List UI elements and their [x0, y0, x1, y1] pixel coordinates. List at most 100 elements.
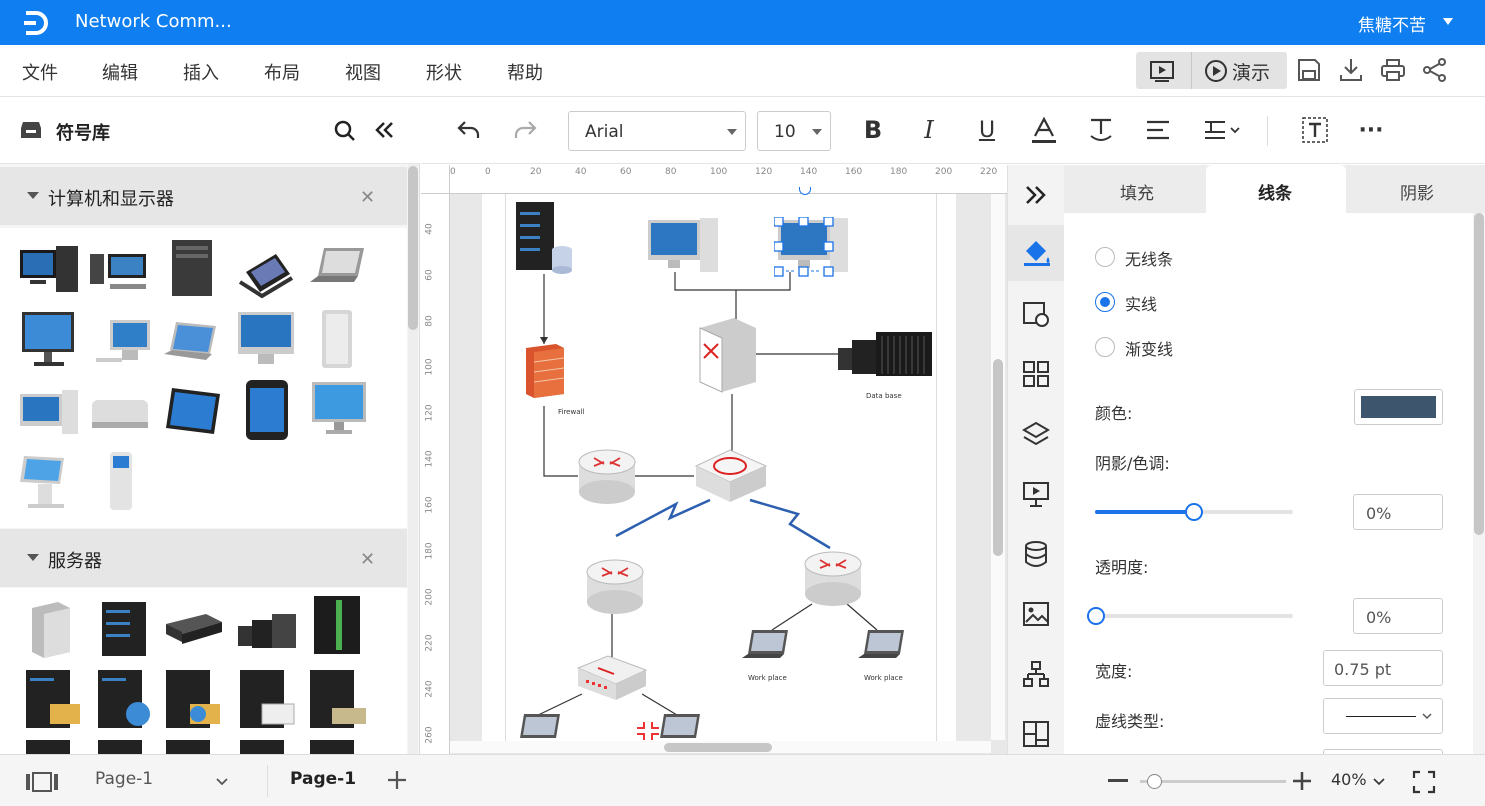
symbol-server-folder[interactable]: [22, 668, 84, 730]
slideshow-icon[interactable]: [1148, 59, 1176, 83]
font-family-select[interactable]: Arial: [568, 111, 746, 151]
user-dropdown-icon[interactable]: [1443, 18, 1453, 25]
radio-gradient-line[interactable]: [1095, 337, 1115, 357]
search-icon[interactable]: [334, 120, 356, 146]
opacity-slider-knob[interactable]: [1087, 607, 1105, 625]
symbol-atm-kiosk[interactable]: [92, 450, 154, 512]
save-icon[interactable]: [1296, 57, 1322, 87]
zoom-select[interactable]: 40%: [1331, 770, 1385, 794]
data-icon[interactable]: [1022, 540, 1050, 572]
close-section-icon[interactable]: ✕: [360, 187, 375, 208]
collapse-panel-icon[interactable]: [374, 120, 394, 144]
menu-layout[interactable]: 布局: [264, 59, 300, 85]
presentation-icon[interactable]: [1022, 480, 1050, 512]
zoom-in-icon[interactable]: [1292, 771, 1312, 795]
shade-input[interactable]: 0%: [1353, 494, 1443, 530]
symbol-kiosk[interactable]: [18, 450, 80, 512]
symbol-laptop-silver[interactable]: [306, 242, 368, 304]
menu-view[interactable]: 视图: [345, 59, 381, 85]
expand-panel-icon[interactable]: [1024, 185, 1046, 209]
router-node[interactable]: [578, 448, 636, 506]
layout-icon[interactable]: [1022, 720, 1050, 752]
access-switch-node[interactable]: [576, 652, 648, 704]
close-section-icon[interactable]: ✕: [360, 549, 375, 570]
menu-shape[interactable]: 形状: [426, 59, 462, 85]
menu-edit[interactable]: 编辑: [102, 59, 138, 85]
selection-box[interactable]: [774, 217, 834, 277]
workstation-node[interactable]: [648, 218, 720, 274]
opacity-input[interactable]: 0%: [1353, 598, 1443, 634]
symbol-laptop-dark[interactable]: [236, 242, 298, 304]
symbol-server-gray[interactable]: [22, 598, 84, 660]
hub-node[interactable]: [694, 444, 768, 506]
symbol-server-money[interactable]: [306, 668, 368, 730]
fullscreen-icon[interactable]: [1412, 770, 1436, 798]
connector-crosshair-icon[interactable]: [635, 720, 661, 742]
horizontal-scrollbar-thumb[interactable]: [664, 743, 772, 752]
symbol-server-row3e[interactable]: [306, 738, 368, 754]
font-color-icon[interactable]: [1024, 112, 1064, 148]
symbol-smartphone[interactable]: [236, 378, 298, 440]
symbol-mac-mini[interactable]: [88, 386, 150, 448]
symbol-server-cluster[interactable]: [236, 600, 298, 662]
database-cluster-node[interactable]: [836, 328, 934, 380]
symbol-tablet[interactable]: [162, 382, 224, 444]
tab-fill[interactable]: 填充: [1120, 179, 1154, 204]
symbol-imac-small[interactable]: [92, 314, 154, 376]
zoom-slider-knob[interactable]: [1147, 774, 1162, 789]
section-computers-header[interactable]: 计算机和显示器 ✕: [0, 167, 407, 225]
symbol-server-row3d[interactable]: [236, 738, 298, 754]
font-size-select[interactable]: 10: [757, 111, 831, 151]
symbol-server-blade[interactable]: [162, 600, 224, 662]
symbol-server-rack[interactable]: [94, 596, 156, 658]
section-servers-header[interactable]: 服务器 ✕: [0, 529, 407, 587]
print-icon[interactable]: [1380, 57, 1406, 87]
symbol-server-row3c[interactable]: [162, 738, 224, 754]
org-chart-icon[interactable]: [1022, 660, 1050, 692]
core-switch-node[interactable]: [696, 316, 760, 394]
menu-insert[interactable]: 插入: [183, 59, 219, 85]
zoom-slider[interactable]: [1140, 774, 1286, 789]
workplace-laptop-1[interactable]: [740, 628, 794, 668]
menu-file[interactable]: 文件: [22, 59, 58, 85]
page-view-icon[interactable]: [25, 771, 59, 797]
workplace-laptop-3[interactable]: [512, 712, 566, 742]
symbol-pc-tower[interactable]: [162, 238, 224, 300]
symbol-macbook[interactable]: [162, 314, 224, 376]
align-left-icon[interactable]: [1138, 112, 1178, 148]
symbol-server-mail[interactable]: [236, 668, 298, 730]
undo-icon[interactable]: [449, 112, 489, 148]
redo-icon[interactable]: [505, 112, 545, 148]
panel-scrollbar-thumb[interactable]: [1474, 213, 1484, 535]
router-node-3[interactable]: [804, 550, 862, 608]
text-style-icon[interactable]: [1081, 112, 1121, 148]
layers-icon[interactable]: [1022, 420, 1050, 452]
opacity-slider[interactable]: [1087, 607, 1293, 625]
symbol-desktop-tower[interactable]: [18, 240, 80, 302]
width-input[interactable]: 0.75 pt: [1323, 650, 1443, 686]
page-tab-active[interactable]: Page-1: [290, 769, 356, 789]
shape-settings-icon[interactable]: [1022, 300, 1050, 332]
vertical-scrollbar-thumb[interactable]: [993, 359, 1003, 556]
share-icon[interactable]: [1422, 57, 1448, 87]
firewall-node[interactable]: [522, 342, 566, 398]
app-logo[interactable]: [22, 9, 52, 37]
bold-icon[interactable]: B: [853, 112, 893, 148]
library-scrollbar-thumb[interactable]: [408, 166, 418, 330]
download-icon[interactable]: [1338, 57, 1364, 87]
text-box-icon[interactable]: [1295, 112, 1335, 148]
symbol-server-tall[interactable]: [308, 594, 370, 656]
option-gradient-line[interactable]: 渐变线: [1125, 336, 1173, 360]
radio-solid-line[interactable]: [1095, 292, 1115, 312]
symbol-server-row3[interactable]: [22, 738, 84, 754]
symbol-server-row3b[interactable]: [94, 738, 156, 754]
line-spacing-icon[interactable]: [1199, 112, 1247, 148]
diagram-page[interactable]: Firewall Data base Work place Work place: [482, 194, 956, 742]
horizontal-scrollbar[interactable]: [450, 741, 991, 753]
dash-type-select[interactable]: [1323, 698, 1443, 734]
zoom-out-icon[interactable]: [1108, 779, 1128, 782]
page-select[interactable]: Page-1: [95, 769, 235, 795]
symbol-desktop-monitor[interactable]: [88, 240, 150, 302]
canvas-area[interactable]: 0 0 20 40 60 80 100 120 140 160 180 200 …: [421, 165, 1007, 754]
symbol-server-folder-globe[interactable]: [162, 668, 224, 730]
